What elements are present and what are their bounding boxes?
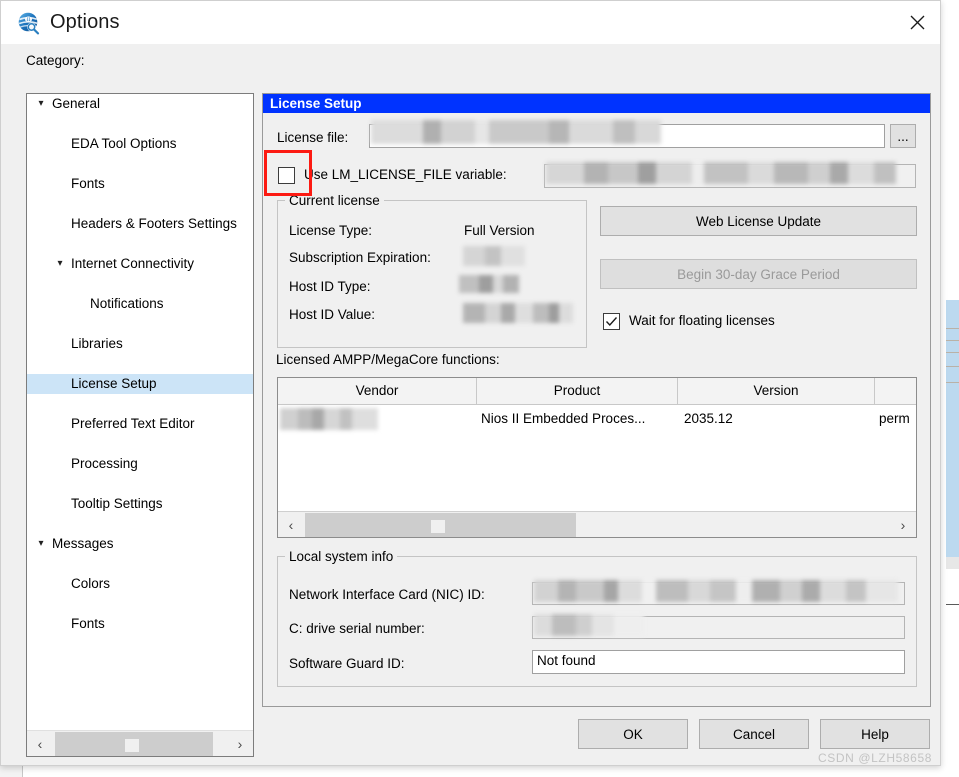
- cell-product: Nios II Embedded Proces...: [481, 411, 646, 426]
- license-type-value: Full Version: [464, 223, 535, 238]
- software-guard-id-input[interactable]: Not found: [532, 650, 905, 674]
- tree-item-headers-footers-settings[interactable]: Headers & Footers Settings: [27, 214, 253, 234]
- watermark-text: CSDN @LZH58658: [818, 751, 932, 765]
- tree-item-label: Libraries: [71, 336, 123, 351]
- drive-serial-redaction: [534, 614, 644, 636]
- chevron-down-icon[interactable]: ▾: [34, 534, 48, 554]
- cell-vendor-redaction: [280, 408, 378, 430]
- scrollbar-track[interactable]: [304, 512, 890, 538]
- nic-id-redaction: [534, 580, 898, 602]
- host-id-value-label: Host ID Value:: [289, 307, 376, 322]
- cell-extra: perm: [879, 411, 910, 426]
- category-tree-list: ▾ General EDA Tool Options Fonts Headers…: [27, 94, 253, 729]
- tree-item-label: Colors: [71, 576, 111, 591]
- background-panel-right: [946, 557, 959, 569]
- background-window-right-edge: [946, 300, 959, 557]
- wait-floating-licenses-checkbox[interactable]: [603, 313, 620, 330]
- subscription-expiration-redaction: [463, 246, 525, 266]
- table-header-row: Vendor Product Version: [278, 378, 916, 405]
- tree-item-label: Notifications: [90, 296, 164, 311]
- tree-item-label: Internet Connectivity: [71, 256, 195, 271]
- licensed-functions-label: Licensed AMPP/MegaCore functions:: [276, 352, 500, 367]
- table-hscrollbar[interactable]: ‹ ›: [278, 511, 916, 537]
- background-panel-right-3: [946, 605, 959, 777]
- tree-item-colors[interactable]: Colors: [27, 574, 253, 594]
- background-panel-right-2: [946, 569, 959, 605]
- host-id-value-redaction: [463, 303, 573, 323]
- tree-item-label: Tooltip Settings: [71, 496, 163, 511]
- dialog-title: Options: [50, 11, 120, 33]
- column-header-product[interactable]: Product: [477, 378, 678, 404]
- options-dialog: II Options Category: ▾ General EDA Tool …: [0, 0, 941, 766]
- ok-button[interactable]: OK: [578, 719, 688, 749]
- scrollbar-grip: [125, 738, 139, 752]
- scrollbar-thumb[interactable]: [55, 731, 213, 756]
- scroll-left-icon[interactable]: ‹: [27, 731, 53, 757]
- tree-item-label: Preferred Text Editor: [71, 416, 195, 431]
- license-setup-panel: License Setup License file: ... Use LM_L…: [262, 93, 931, 707]
- tree-item-label: Headers & Footers Settings: [71, 216, 237, 231]
- tree-item-label: General: [52, 96, 101, 111]
- scrollbar-track[interactable]: [53, 731, 227, 757]
- tree-item-tooltip-settings[interactable]: Tooltip Settings: [27, 494, 253, 514]
- scroll-right-icon[interactable]: ›: [227, 731, 253, 757]
- chevron-down-icon[interactable]: ▾: [34, 94, 48, 114]
- tree-item-eda-tool-options[interactable]: EDA Tool Options: [27, 134, 253, 154]
- browse-license-file-button[interactable]: ...: [890, 124, 916, 148]
- quartus-globe-icon: II: [17, 12, 43, 36]
- scroll-right-icon[interactable]: ›: [890, 512, 916, 538]
- software-guard-id-label: Software Guard ID:: [289, 656, 405, 671]
- tree-item-internet-connectivity[interactable]: ▾ Internet Connectivity: [27, 254, 253, 274]
- cancel-button[interactable]: Cancel: [699, 719, 809, 749]
- category-tree-panel: ▾ General EDA Tool Options Fonts Headers…: [26, 93, 254, 757]
- tree-item-general[interactable]: ▾ General: [27, 94, 253, 114]
- lm-license-file-redaction: [546, 162, 896, 184]
- tree-item-libraries[interactable]: Libraries: [27, 334, 253, 354]
- dialog-titlebar: II Options: [1, 1, 940, 44]
- tree-item-fonts[interactable]: Fonts: [27, 174, 253, 194]
- tree-item-label: License Setup: [71, 376, 157, 391]
- tree-item-notifications[interactable]: Notifications: [27, 294, 253, 314]
- category-tree-hscrollbar[interactable]: ‹ ›: [27, 730, 253, 756]
- web-license-update-button[interactable]: Web License Update: [600, 206, 917, 236]
- scroll-left-icon[interactable]: ‹: [278, 512, 304, 538]
- tree-item-messages[interactable]: ▾ Messages: [27, 534, 253, 554]
- license-file-label: License file:: [277, 130, 349, 145]
- close-icon[interactable]: [894, 1, 940, 44]
- tree-item-processing[interactable]: Processing: [27, 454, 253, 474]
- host-id-type-redaction: [459, 275, 519, 293]
- svg-text:II: II: [27, 18, 31, 23]
- local-system-info-title: Local system info: [285, 549, 398, 564]
- tree-item-label: EDA Tool Options: [71, 136, 177, 151]
- scrollbar-thumb[interactable]: [305, 512, 576, 537]
- category-label: Category:: [26, 53, 85, 68]
- tree-item-label: Processing: [71, 456, 138, 471]
- subscription-expiration-label: Subscription Expiration:: [289, 250, 431, 265]
- nic-id-label: Network Interface Card (NIC) ID:: [289, 587, 485, 602]
- drive-serial-label: C: drive serial number:: [289, 621, 425, 636]
- tree-item-license-setup[interactable]: License Setup: [27, 374, 253, 394]
- panel-header-title: License Setup: [263, 94, 930, 113]
- licensed-functions-table: Vendor Product Version Nios II Embedded …: [277, 377, 917, 538]
- column-header-version[interactable]: Version: [678, 378, 875, 404]
- tree-item-label: Fonts: [71, 176, 105, 191]
- scrollbar-grip: [431, 519, 445, 533]
- tree-item-label: Messages: [52, 536, 114, 551]
- help-button[interactable]: Help: [820, 719, 930, 749]
- tree-item-label: Fonts: [71, 616, 105, 631]
- begin-grace-period-button[interactable]: Begin 30-day Grace Period: [600, 259, 917, 289]
- cell-version: 2035.12: [684, 411, 733, 426]
- current-license-title: Current license: [285, 193, 384, 208]
- license-type-label: License Type:: [289, 223, 373, 238]
- wait-floating-licenses-label: Wait for floating licenses: [629, 313, 775, 328]
- use-lm-license-file-checkbox[interactable]: [278, 167, 295, 184]
- column-header-vendor[interactable]: Vendor: [278, 378, 477, 404]
- column-header-extra[interactable]: [875, 378, 916, 404]
- tree-item-preferred-text-editor[interactable]: Preferred Text Editor: [27, 414, 253, 434]
- license-file-redaction: [371, 120, 661, 144]
- tree-item-fonts-messages[interactable]: Fonts: [27, 614, 253, 634]
- chevron-down-icon[interactable]: ▾: [53, 254, 67, 274]
- host-id-type-label: Host ID Type:: [289, 279, 371, 294]
- use-lm-license-file-label: Use LM_LICENSE_FILE variable:: [304, 167, 507, 182]
